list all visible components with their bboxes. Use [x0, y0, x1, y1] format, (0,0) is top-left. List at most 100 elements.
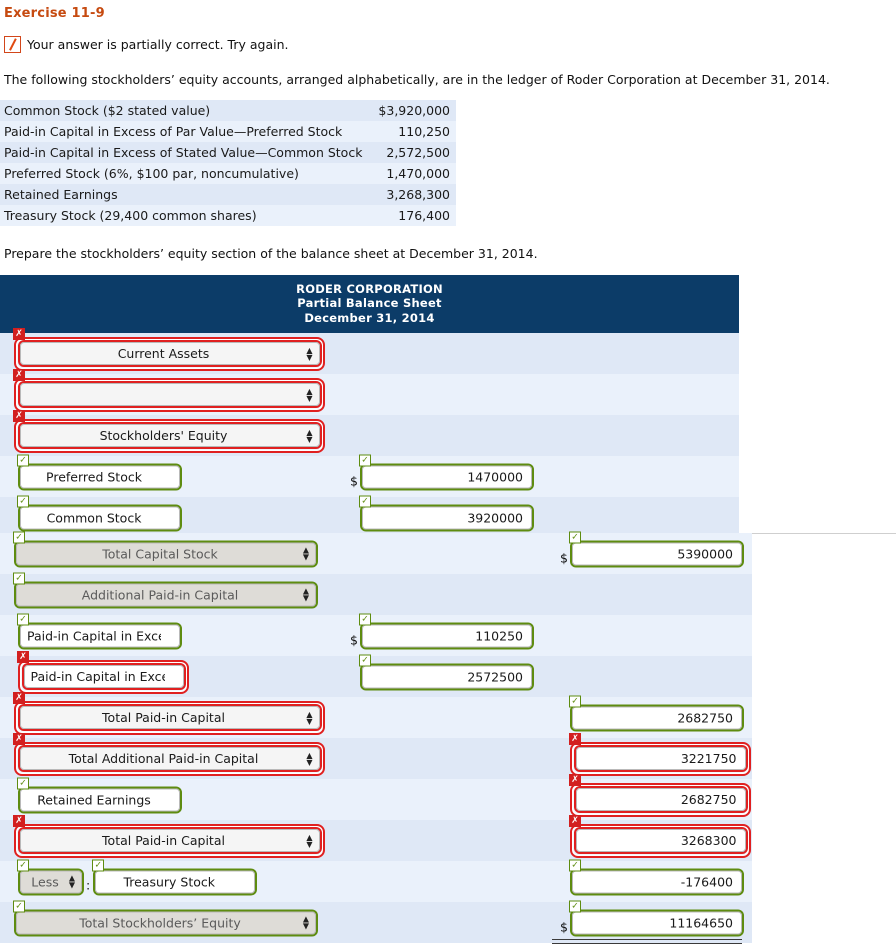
row-value-input-incorrect-outline — [570, 782, 751, 817]
row-label-select[interactable]: Total Paid-in Capital — [19, 706, 320, 729]
row-value-input[interactable] — [362, 506, 532, 530]
row-label-cell: ✗ Total Paid-in Capital ▲ ▼ — [13, 691, 325, 735]
row-label-input[interactable] — [20, 506, 180, 530]
row-label-control: ✓ — [92, 859, 258, 895]
table-row: Retained Earnings 3,268,300 — [0, 184, 456, 205]
row-label-control: ✓ — [17, 495, 182, 532]
correct-marker-icon: ✓ — [569, 900, 581, 912]
outline-inner: Stockholders' Equity ▲ ▼ — [17, 422, 322, 450]
row-label-select-incorrect-outline: Total Paid-in Capital ▲ ▼ — [14, 823, 325, 858]
row-label-select-incorrect-outline: Stockholders' Equity ▲ ▼ — [14, 418, 325, 453]
row-label-select-incorrect-outline: ▲ ▼ — [14, 377, 325, 412]
row-label-control: ✗ Current Assets ▲ ▼ — [13, 327, 325, 371]
row-value-cell: ✗ — [560, 732, 751, 776]
incorrect-marker-icon: ✗ — [569, 773, 581, 786]
incorrect-marker-icon: ✗ — [13, 327, 25, 340]
currency-symbol: $ — [350, 632, 358, 647]
row-label-cell: ✓ Additional Paid-in Capital ▲ ▼ — [13, 572, 318, 608]
table-row: Paid-in Capital in Excess of Par Value—P… — [0, 121, 456, 142]
outline-inner — [573, 786, 748, 813]
row-label-control: ✗ — [17, 650, 189, 694]
row-label-cell: ✓ — [17, 495, 182, 532]
balance-sheet-header: RODER CORPORATION Partial Balance Sheet … — [0, 275, 739, 334]
balance-sheet-row: ✗ Current Assets ▲ ▼ — [0, 327, 739, 375]
row-label-cell: ✓ — [17, 454, 182, 491]
row-label-cell: ✓ Total Capital Stock ▲ ▼ — [13, 531, 318, 567]
table-row: Paid-in Capital in Excess of Stated Valu… — [0, 142, 456, 163]
row-label-select[interactable]: Total Paid-in Capital — [19, 829, 320, 852]
row-value-input[interactable] — [572, 542, 742, 565]
row-label-select-correct-outline: Total Stockholders’ Equity ▲ ▼ — [14, 909, 318, 936]
balance-sheet-row: ✓$✓ — [0, 454, 739, 498]
row-value-control: ✗ — [569, 732, 751, 776]
row-label-input[interactable] — [95, 870, 256, 893]
row-label-input-correct-outline — [18, 504, 182, 532]
row-label-select[interactable] — [19, 383, 320, 407]
answer-status: Your answer is partially correct. Try ag… — [4, 36, 288, 53]
row-label-control: ✓ Total Stockholders’ Equity ▲ ▼ — [13, 900, 318, 936]
row-label-input[interactable] — [20, 624, 180, 647]
row-label-select[interactable]: Stockholders' Equity — [19, 424, 320, 448]
row-value-cell: ✓ — [350, 654, 534, 690]
account-amount: 176,400 — [398, 208, 450, 223]
balance-sheet-row: ✓Less▲▼:✓✓ — [0, 859, 752, 903]
row-label-input[interactable] — [20, 788, 180, 811]
row-label-input[interactable] — [23, 665, 184, 688]
row-value-input[interactable] — [575, 788, 746, 811]
table-row: Common Stock ($2 stated value) $3,920,00… — [0, 100, 456, 121]
incorrect-marker-icon: ✗ — [13, 409, 25, 422]
row-value-control: ✓ — [359, 654, 534, 690]
row-value-input[interactable] — [572, 706, 742, 729]
row-label-select[interactable]: Total Capital Stock — [16, 542, 316, 565]
row-label-input-incorrect-outline — [18, 659, 189, 694]
row-value-input[interactable] — [575, 747, 746, 770]
incorrect-marker-icon: ✗ — [13, 368, 25, 381]
row-label-control: ✓ Total Capital Stock ▲ ▼ — [13, 531, 318, 567]
row-value-input-incorrect-outline — [570, 823, 751, 858]
row-value-input[interactable] — [572, 911, 742, 934]
row-value-control: ✓ — [569, 900, 744, 936]
row-label-select[interactable]: Total Stockholders’ Equity — [16, 911, 316, 934]
account-name: Paid-in Capital in Excess of Par Value—P… — [4, 124, 343, 139]
row-value-input[interactable] — [572, 870, 742, 893]
row-value-input[interactable] — [362, 624, 532, 647]
label-separator: : — [86, 877, 91, 892]
row-label-select[interactable]: Total Additional Paid-in Capital — [19, 747, 320, 770]
row-value-cell: $ ✓ — [560, 531, 744, 567]
row-value-cell: ✗ — [560, 773, 751, 817]
correct-marker-icon: ✓ — [359, 495, 371, 508]
incorrect-marker-icon: ✗ — [569, 732, 581, 745]
task-prompt: Prepare the stockholders’ equity section… — [4, 246, 538, 261]
correct-marker-icon: ✓ — [17, 859, 29, 871]
balance-sheet-row: ✗ Total Additional Paid-in Capital ▲ ▼ ✗ — [0, 732, 752, 779]
row-value-control: ✗ — [569, 814, 751, 858]
row-label-control: ✗ Stockholders' Equity ▲ ▼ — [13, 409, 325, 453]
outline-inner: Current Assets ▲ ▼ — [17, 340, 322, 368]
row-value-input[interactable] — [575, 829, 746, 852]
row-label-select[interactable]: Current Assets — [19, 342, 320, 366]
row-label-input[interactable] — [20, 465, 180, 489]
outline-inner — [21, 663, 186, 690]
correct-marker-icon: ✓ — [359, 613, 371, 625]
outline-inner: Total Paid-in Capital ▲ ▼ — [17, 827, 322, 854]
row-value-control: ✓ — [359, 495, 534, 532]
row-value-input[interactable] — [362, 665, 532, 688]
incorrect-marker-icon: ✗ — [17, 650, 29, 663]
row-value-input[interactable] — [362, 465, 532, 489]
row-label-input-correct-outline — [18, 786, 182, 813]
correct-marker-icon: ✓ — [13, 572, 25, 584]
row-value-input-correct-outline — [570, 704, 744, 731]
account-amount: $3,920,000 — [378, 103, 450, 118]
row-label-select-correct-outline: Total Capital Stock ▲ ▼ — [14, 540, 318, 567]
partial-slash-icon — [4, 36, 21, 53]
row-value-input-correct-outline — [360, 504, 534, 532]
currency-symbol: $ — [350, 473, 358, 489]
row-label-select[interactable]: Additional Paid-in Capital — [16, 583, 316, 606]
balance-sheet-row: ✓ Total Capital Stock ▲ ▼ $ ✓ — [0, 531, 752, 574]
balance-sheet-row: ✓ Additional Paid-in Capital ▲ ▼ — [0, 572, 752, 615]
less-select[interactable]: Less — [20, 870, 82, 893]
account-name: Treasury Stock (29,400 common shares) — [4, 208, 257, 223]
row-value-cell: ✓ — [560, 695, 744, 731]
currency-symbol: $ — [560, 919, 568, 934]
row-value-control: ✓ — [569, 531, 744, 567]
